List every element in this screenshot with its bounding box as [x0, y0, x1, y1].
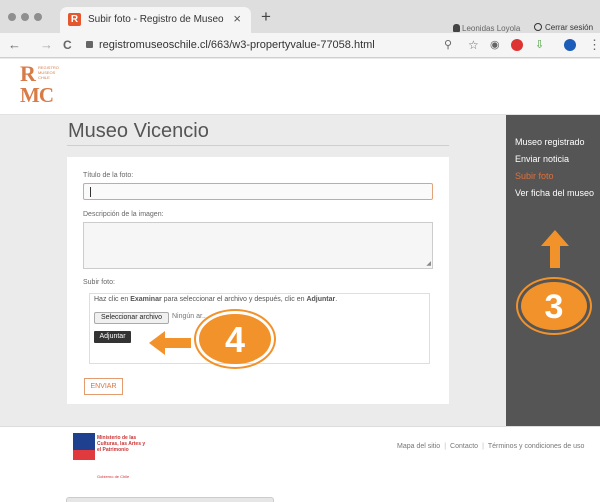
user-menu[interactable]: Leonidas Loyola: [453, 24, 520, 33]
logo-subtitle: REGISTRO MUSEOS CHILE: [38, 65, 59, 80]
tab-close-icon[interactable]: ×: [233, 12, 241, 26]
sidebar-item-subir-foto[interactable]: Subir foto: [515, 171, 554, 181]
step-4-number: 4: [199, 314, 271, 364]
footer-separator: |: [482, 443, 484, 450]
bookmark-star-icon[interactable]: ☆: [468, 39, 479, 51]
footer-links: Mapa del sitio | Contacto | Términos y condi…: [397, 443, 584, 450]
user-icon: [453, 24, 460, 32]
help-adjuntar: Adjuntar: [306, 296, 336, 303]
description-label: Descripción de la imagen:: [83, 211, 164, 218]
zoom-window-dot[interactable]: [34, 13, 42, 21]
ministry-logo-icon[interactable]: [73, 433, 95, 460]
description-textarea[interactable]: ◢: [83, 222, 433, 269]
help-middle: para seleccionar el archivo y después, c…: [161, 296, 307, 303]
camera-extension-icon[interactable]: ◉: [490, 39, 500, 51]
favicon-icon: R: [68, 13, 81, 26]
forward-icon[interactable]: →: [40, 38, 53, 52]
title-divider: [67, 145, 449, 146]
logout-link[interactable]: Cerrar sesión: [534, 23, 593, 32]
site-logo[interactable]: R REGISTRO MUSEOS CHILE MC: [20, 63, 66, 107]
profile-icon[interactable]: [564, 39, 576, 51]
footer-link-contact[interactable]: Contacto: [450, 443, 478, 450]
help-prefix: Haz clic en: [94, 296, 131, 303]
attach-button[interactable]: Adjuntar: [94, 331, 131, 343]
logo-r: R: [20, 61, 36, 86]
search-icon[interactable]: ⚲: [444, 39, 452, 51]
send-button[interactable]: ENVIAR: [84, 378, 123, 395]
tab-title: Subir foto - Registro de Museo: [88, 14, 224, 25]
photo-title-label: Título de la foto:: [83, 172, 134, 179]
upload-help-text: Haz clic en Examinar para seleccionar el…: [94, 296, 337, 303]
upload-label: Subir foto:: [83, 279, 115, 286]
logout-label: Cerrar sesión: [545, 23, 594, 32]
new-tab-button[interactable]: +: [261, 8, 271, 25]
up-arrow-icon: [541, 230, 569, 268]
reload-icon[interactable]: C: [63, 38, 72, 52]
close-window-dot[interactable]: [8, 13, 16, 21]
lock-icon: [86, 41, 93, 48]
ministry-slogan: Gobierno de Chile: [97, 474, 130, 479]
sidebar-item-museo-registrado[interactable]: Museo registrado: [515, 137, 585, 147]
footer-link-terms[interactable]: Términos y condiciones de uso: [488, 443, 585, 450]
choose-file-button[interactable]: Seleccionar archivo: [94, 312, 169, 324]
sidebar-item-enviar-noticia[interactable]: Enviar noticia: [515, 154, 569, 164]
page-title: Museo Vicencio: [68, 120, 209, 142]
sidebar-item-ver-ficha[interactable]: Ver ficha del museo: [515, 188, 594, 198]
logo-mc: MC: [20, 83, 54, 107]
user-name: Leonidas Loyola: [462, 24, 521, 33]
footer-link-sitemap[interactable]: Mapa del sitio: [397, 443, 440, 450]
power-icon: [534, 23, 542, 31]
download-extension-icon[interactable]: ⇩: [535, 39, 544, 51]
left-arrow-icon: [149, 331, 191, 355]
browser-menu-icon[interactable]: ⋮: [588, 38, 600, 51]
help-examinar: Examinar: [130, 296, 162, 303]
site-header: [0, 59, 600, 115]
step-4-badge: 4: [194, 309, 276, 369]
back-icon[interactable]: ←: [8, 38, 21, 52]
ministry-name: Ministerio de las Culturas, las Artes y …: [97, 435, 146, 453]
photo-title-input[interactable]: [83, 183, 433, 200]
sidebar: Museo registrado Enviar noticia Subir fo…: [506, 115, 600, 426]
footer-separator: |: [444, 443, 447, 450]
minimize-window-dot[interactable]: [21, 13, 29, 21]
download-bar: [66, 497, 274, 502]
resize-handle-icon[interactable]: ◢: [426, 261, 431, 267]
adblock-extension-icon[interactable]: [511, 39, 523, 51]
step-3-number: 3: [521, 282, 587, 330]
browser-tab[interactable]: R Subir foto - Registro de Museo ×: [60, 7, 251, 33]
text-caret: [90, 187, 91, 197]
help-suffix: .: [335, 296, 338, 303]
address-bar: ← → C registromuseoschile.cl/663/w3-prop…: [0, 33, 600, 58]
step-3-badge: 3: [516, 277, 592, 335]
url-field[interactable]: registromuseoschile.cl/663/w3-propertyva…: [99, 39, 375, 51]
